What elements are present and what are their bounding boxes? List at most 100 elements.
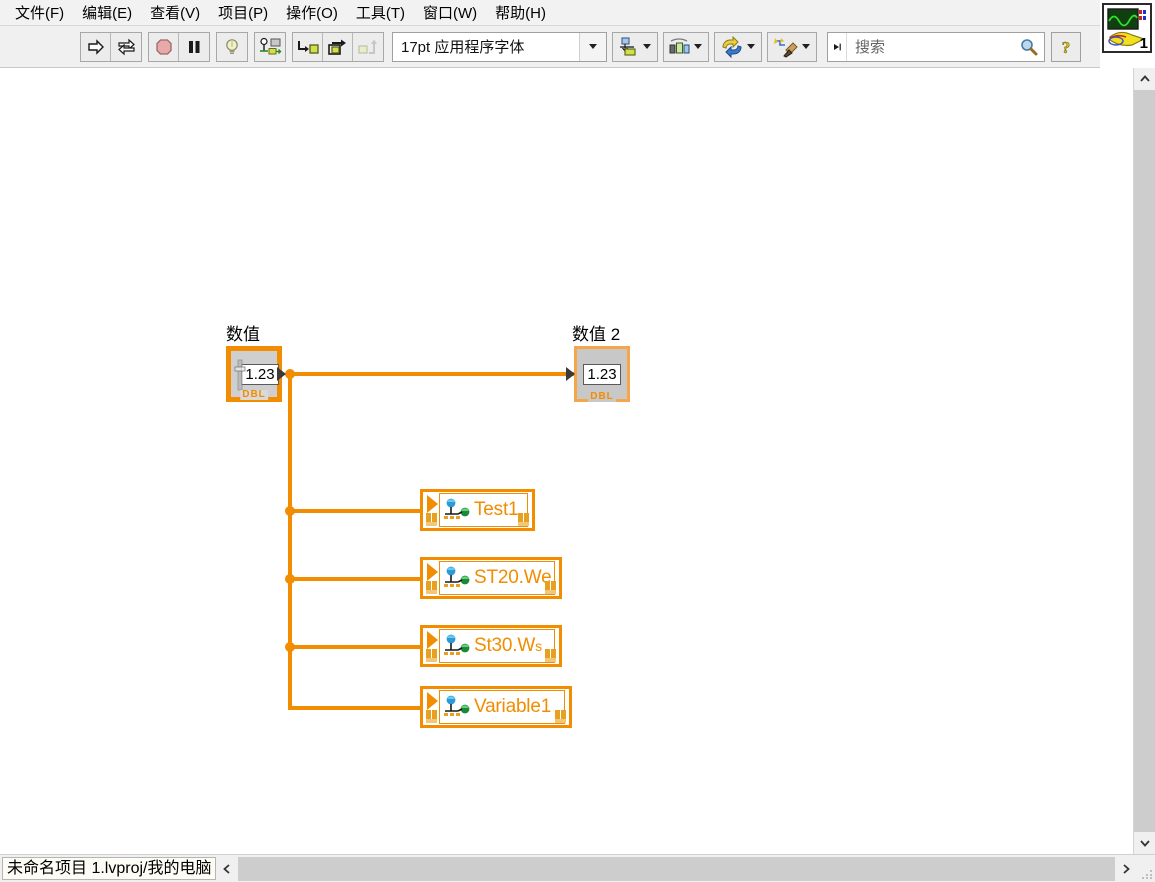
wire-branch-test1[interactable]: [288, 509, 420, 513]
retain-wire-values-button[interactable]: [255, 32, 285, 61]
play-triangle-icon: [834, 43, 841, 50]
step-out-button[interactable]: [353, 32, 383, 61]
chevron-down-icon: [747, 44, 755, 49]
run-continuously-icon: [117, 38, 135, 55]
shared-variable-name: Test1: [474, 499, 519, 520]
pause-button[interactable]: [179, 32, 209, 61]
error-out-terminal-icon: [545, 581, 556, 594]
distribute-objects-button[interactable]: [666, 34, 706, 60]
menu-edit[interactable]: 编辑(E): [73, 0, 141, 25]
wire-junction: [285, 642, 295, 652]
align-objects-button[interactable]: [615, 34, 655, 60]
chevron-down-icon: [802, 44, 810, 49]
clean-up-diagram-group[interactable]: [767, 31, 817, 62]
shared-variable-name-suffix: s: [535, 638, 542, 654]
vertical-scrollbar-track[interactable]: [1134, 90, 1155, 832]
project-path-label: 未命名项目 1.lvproj/我的电脑: [2, 856, 217, 881]
numeric-indicator-terminal[interactable]: 1.23 DBL: [566, 346, 630, 402]
resize-grip-icon: [1142, 869, 1152, 879]
scroll-down-button[interactable]: [1134, 832, 1155, 854]
menu-operate[interactable]: 操作(O): [277, 0, 347, 25]
numeric-control-datatype: DBL: [240, 389, 268, 400]
menu-file[interactable]: 文件(F): [6, 0, 73, 25]
search-button[interactable]: [1014, 37, 1044, 57]
shared-variable-node-st20[interactable]: ST20.We: [420, 557, 562, 599]
reorder-objects-icon: [722, 35, 742, 58]
wire-trunk[interactable]: [288, 372, 292, 710]
search-options-button[interactable]: [828, 32, 847, 61]
numeric-control-label: 数值: [226, 325, 260, 344]
abort-execution-icon: [155, 38, 172, 55]
reorder-objects-group[interactable]: [714, 31, 762, 62]
menu-project[interactable]: 项目(P): [209, 0, 277, 25]
vi-icon[interactable]: 1: [1102, 3, 1152, 53]
terminal-input-arrow-icon: [566, 367, 575, 381]
font-selector[interactable]: 17pt 应用程序字体: [392, 31, 607, 62]
horizontal-scrollbar-track[interactable]: [238, 856, 1115, 881]
clean-up-diagram-button[interactable]: [770, 34, 814, 60]
shared-variable-node-test1[interactable]: Test1: [420, 489, 535, 531]
error-in-terminal-icon: [426, 649, 437, 662]
distribute-objects-group[interactable]: [663, 31, 709, 62]
clean-up-diagram-icon: [774, 37, 798, 58]
help-question-icon: ?: [1061, 37, 1070, 56]
error-out-terminal-icon: [545, 649, 556, 662]
shared-variable-icon: [444, 634, 470, 655]
variable-input-triangle-icon: [427, 563, 438, 581]
scroll-right-button[interactable]: [1115, 856, 1137, 881]
numeric-indicator-datatype: DBL: [588, 391, 616, 402]
help-button[interactable]: ?: [1051, 31, 1081, 62]
variable-body: Variable1: [439, 690, 565, 724]
shared-variable-node-st30[interactable]: St30.Ws: [420, 625, 562, 667]
run-button[interactable]: [81, 32, 111, 61]
error-in-terminal-icon: [426, 710, 437, 723]
align-objects-icon: [620, 36, 636, 56]
wire-branch-st20[interactable]: [288, 577, 420, 581]
align-objects-group[interactable]: [612, 31, 658, 62]
numeric-indicator-label: 数值 2: [572, 325, 621, 344]
menu-help[interactable]: 帮助(H): [486, 0, 555, 25]
search-box[interactable]: 搜索: [827, 31, 1045, 62]
highlight-group: [216, 31, 248, 62]
distribute-objects-icon: [669, 37, 690, 53]
shared-variable-node-variable1[interactable]: Variable1: [420, 686, 572, 728]
run-continuously-button[interactable]: [111, 32, 141, 61]
scroll-left-button[interactable]: [216, 856, 239, 881]
execution-control-group: [148, 31, 210, 62]
abort-execution-button[interactable]: [149, 32, 179, 61]
block-diagram-canvas[interactable]: 数值 1.23 DBL 数值 2 1.23 DBL Test1 ST20.We …: [0, 68, 1133, 854]
shared-variable-icon: [444, 498, 470, 519]
shared-variable-name: ST20.We: [474, 567, 552, 588]
shared-variable-name-main: St30.W: [474, 635, 536, 656]
toolbar: 17pt 应用程序字体 搜索 ?: [0, 26, 1100, 68]
search-input[interactable]: 搜索: [847, 36, 1014, 57]
run-arrow-icon: [87, 38, 104, 55]
status-bar: 未命名项目 1.lvproj/我的电脑: [0, 854, 1155, 882]
run-button-group: [80, 31, 142, 62]
retain-values-group: [254, 31, 286, 62]
resize-grip[interactable]: [1137, 857, 1155, 881]
menu-window[interactable]: 窗口(W): [414, 0, 486, 25]
font-selector-dropdown[interactable]: [579, 32, 606, 61]
reorder-objects-button[interactable]: [717, 34, 759, 60]
menu-bar: 文件(F) 编辑(E) 查看(V) 项目(P) 操作(O) 工具(T) 窗口(W…: [0, 0, 1100, 26]
vertical-scrollbar[interactable]: [1133, 68, 1155, 854]
variable-input-triangle-icon: [427, 692, 438, 710]
numeric-control-terminal[interactable]: 1.23 DBL: [226, 346, 286, 402]
vi-icon-number: 1: [1139, 35, 1148, 52]
wire-control-to-indicator[interactable]: [288, 372, 580, 376]
font-selector-value: 17pt 应用程序字体: [401, 39, 525, 56]
error-out-terminal-icon: [555, 710, 566, 723]
step-over-button[interactable]: [323, 32, 353, 61]
scroll-up-button[interactable]: [1134, 68, 1155, 90]
menu-tools[interactable]: 工具(T): [347, 0, 414, 25]
menu-view[interactable]: 查看(V): [141, 0, 209, 25]
chevron-down-icon: [694, 44, 702, 49]
wire-branch-variable1[interactable]: [288, 706, 420, 710]
step-into-button[interactable]: [293, 32, 323, 61]
wire-branch-st30[interactable]: [288, 645, 420, 649]
terminal-output-arrow-icon: [277, 367, 286, 381]
shared-variable-name: Variable1: [474, 696, 552, 717]
highlight-execution-button[interactable]: [217, 32, 247, 61]
wire-junction: [285, 369, 295, 379]
